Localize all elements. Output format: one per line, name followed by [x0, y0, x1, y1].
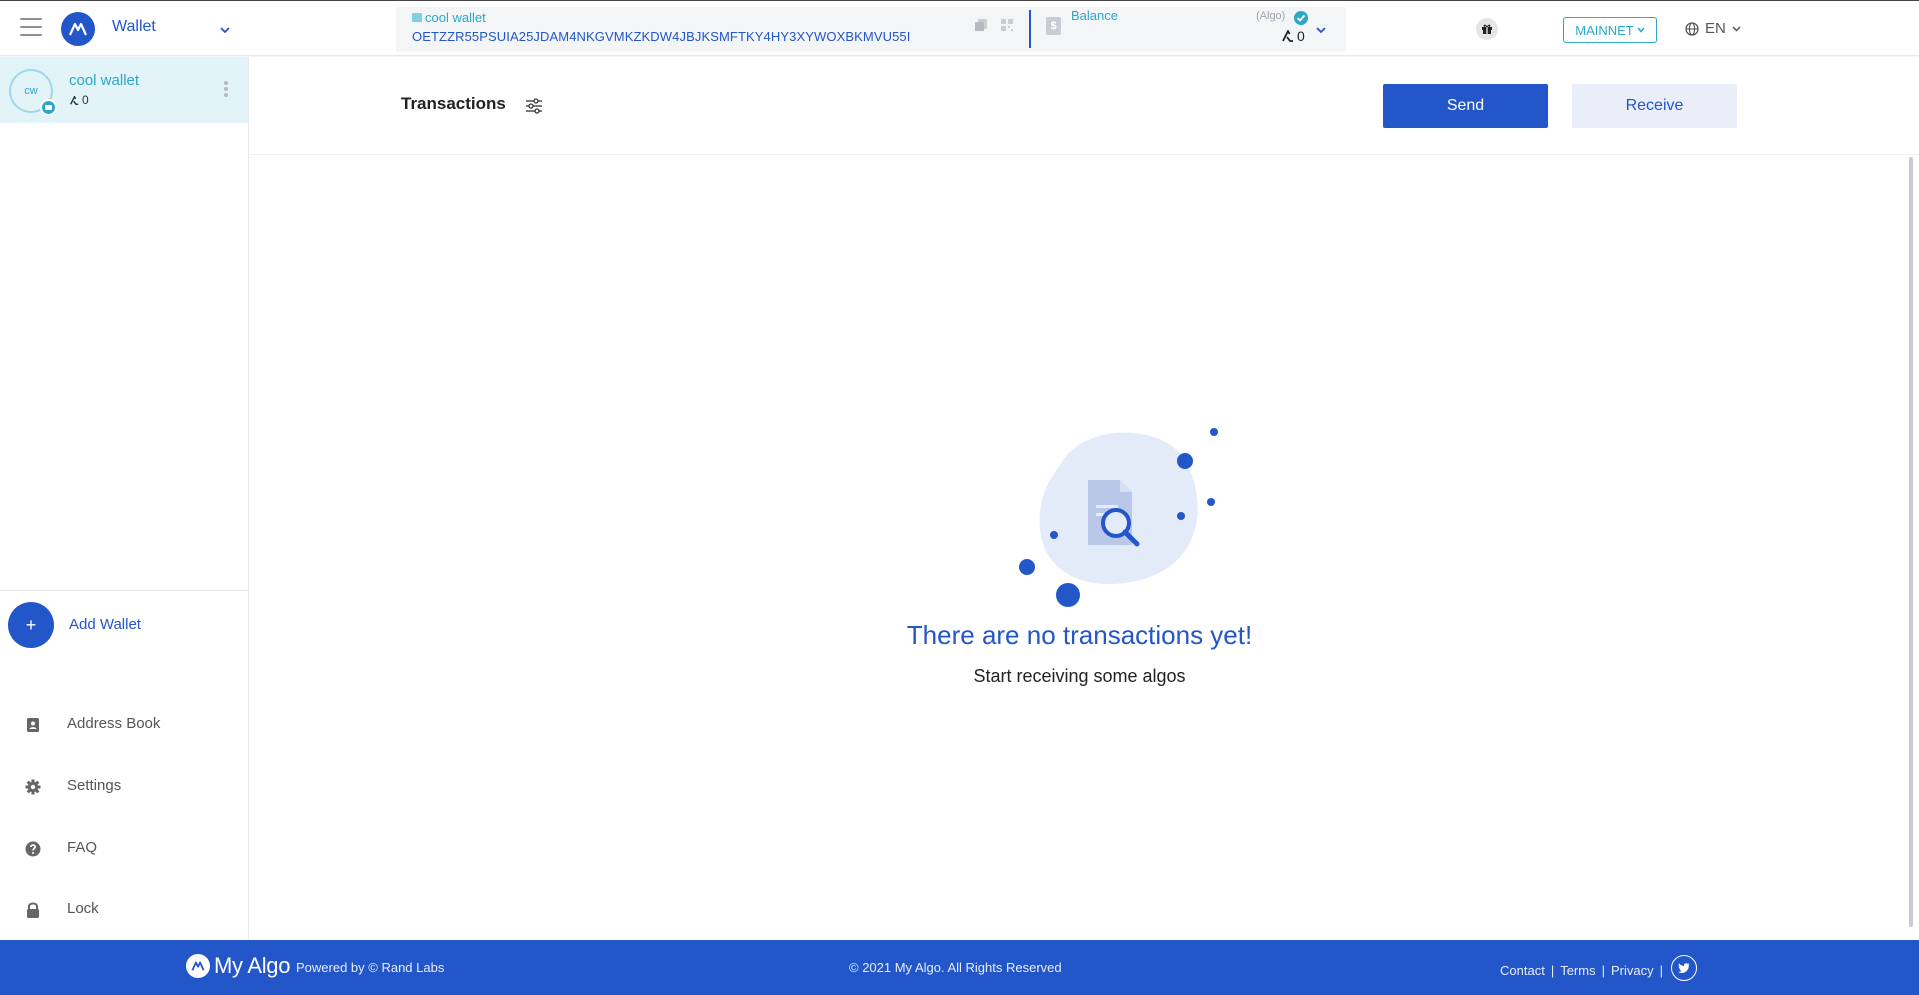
copyright: © 2021 My Algo. All Rights Reserved — [849, 960, 1062, 975]
empty-state-subtitle: Start receiving some algos — [973, 666, 1186, 686]
link-separator: | — [1659, 962, 1663, 978]
question-icon — [25, 841, 41, 857]
sidebar-item-label: FAQ — [67, 839, 98, 856]
balance-value: 0 — [1282, 28, 1305, 44]
footer: My Algo Powered by © Rand Labs © 2021 My… — [0, 940, 1919, 995]
scrollbar[interactable] — [1909, 157, 1913, 927]
chevron-down-icon — [1732, 25, 1741, 32]
account-address-panel: cool wallet OETZZR55PSUIA25JDAM4NKGVMKZK… — [396, 7, 1346, 52]
gift-icon[interactable] — [1476, 18, 1498, 40]
footer-link-terms[interactable]: Terms — [1560, 963, 1595, 978]
sidebar-item-lock[interactable]: Lock — [0, 889, 248, 929]
empty-state-title: There are no transactions yet! — [906, 620, 1253, 650]
hamburger-menu-icon[interactable] — [20, 18, 42, 38]
lock-icon — [27, 902, 39, 918]
address-book-icon — [27, 718, 39, 732]
my-algo-logo-icon — [186, 954, 210, 978]
gear-icon — [25, 779, 41, 795]
footer-brand: My Algo — [214, 953, 291, 978]
sidebar-divider — [0, 590, 248, 591]
balance-amount: 0 — [1297, 28, 1305, 44]
sidebar-item-settings[interactable]: Settings — [0, 766, 248, 806]
balance-unit: (Algo) — [1256, 10, 1286, 22]
sidebar-item-address-book[interactable]: Address Book — [0, 704, 248, 744]
main-content: Transactions Send Receive There are no t… — [250, 57, 1919, 940]
wallet-icon — [412, 13, 422, 22]
balance-chevron-down-icon[interactable] — [1316, 21, 1326, 39]
wallet-list-item[interactable]: cw cool wallet 0 — [0, 57, 248, 123]
twitter-icon[interactable] — [1671, 955, 1697, 981]
empty-transactions-illustration — [1019, 428, 1218, 607]
link-separator: | — [1550, 962, 1555, 978]
copy-icon[interactable] — [974, 18, 988, 37]
wallet-balance: 0 — [70, 93, 89, 107]
account-name-text: cool wallet — [425, 10, 486, 25]
transactions-header: Transactions Send Receive — [250, 57, 1919, 155]
chevron-down-icon[interactable] — [220, 21, 230, 39]
verified-check-icon — [1294, 11, 1308, 25]
globe-icon — [1685, 21, 1699, 36]
top-bar: Wallet cool wallet OETZZR55PSUIA25JDAM4N… — [0, 0, 1919, 56]
add-wallet-button[interactable]: + — [8, 602, 54, 648]
receive-button[interactable]: Receive — [1572, 84, 1737, 128]
footer-link-privacy[interactable]: Privacy — [1611, 963, 1654, 978]
wallet-badge-icon — [40, 99, 57, 116]
add-wallet-label[interactable]: Add Wallet — [69, 616, 141, 633]
powered-by: Powered by © Rand Labs — [296, 960, 445, 975]
panel-divider — [1029, 10, 1031, 48]
algo-symbol-icon — [70, 95, 79, 105]
page-title: Transactions — [401, 94, 506, 113]
sidebar-item-label: Settings — [67, 777, 122, 794]
wallet-balance-amount: 0 — [82, 93, 89, 107]
wallet-menu-label[interactable]: Wallet — [112, 18, 156, 36]
algo-symbol-icon — [1282, 30, 1293, 42]
balance-label: Balance — [1071, 8, 1118, 23]
footer-link-contact[interactable]: Contact — [1500, 963, 1545, 978]
account-address: OETZZR55PSUIA25JDAM4NKGVMKZKDW4JBJKSMFTK… — [412, 29, 911, 44]
footer-links: Contact | Terms | Privacy | — [1500, 955, 1697, 981]
my-algo-logo — [61, 12, 95, 46]
link-separator: | — [1601, 962, 1605, 978]
dollar-icon: $ — [1046, 17, 1061, 35]
network-value: MAINNET — [1575, 22, 1634, 38]
filter-sliders-icon[interactable] — [525, 97, 543, 120]
language-value: EN — [1705, 20, 1726, 37]
account-name: cool wallet — [412, 10, 486, 25]
send-button[interactable]: Send — [1383, 84, 1548, 128]
footer-logo: My Algo — [186, 953, 290, 979]
wallet-options-icon[interactable] — [224, 81, 230, 99]
qr-code-icon[interactable] — [1000, 18, 1014, 37]
wallet-name: cool wallet — [69, 72, 140, 89]
sidebar: cw cool wallet 0 + Add Wallet Address Bo… — [0, 57, 249, 940]
sidebar-item-faq[interactable]: FAQ — [0, 828, 248, 868]
network-select[interactable]: MAINNET — [1563, 17, 1657, 43]
sidebar-item-label: Address Book — [67, 715, 161, 732]
language-select[interactable]: EN — [1685, 20, 1741, 37]
sidebar-item-label: Lock — [67, 900, 99, 917]
chevron-down-icon — [1637, 27, 1645, 33]
